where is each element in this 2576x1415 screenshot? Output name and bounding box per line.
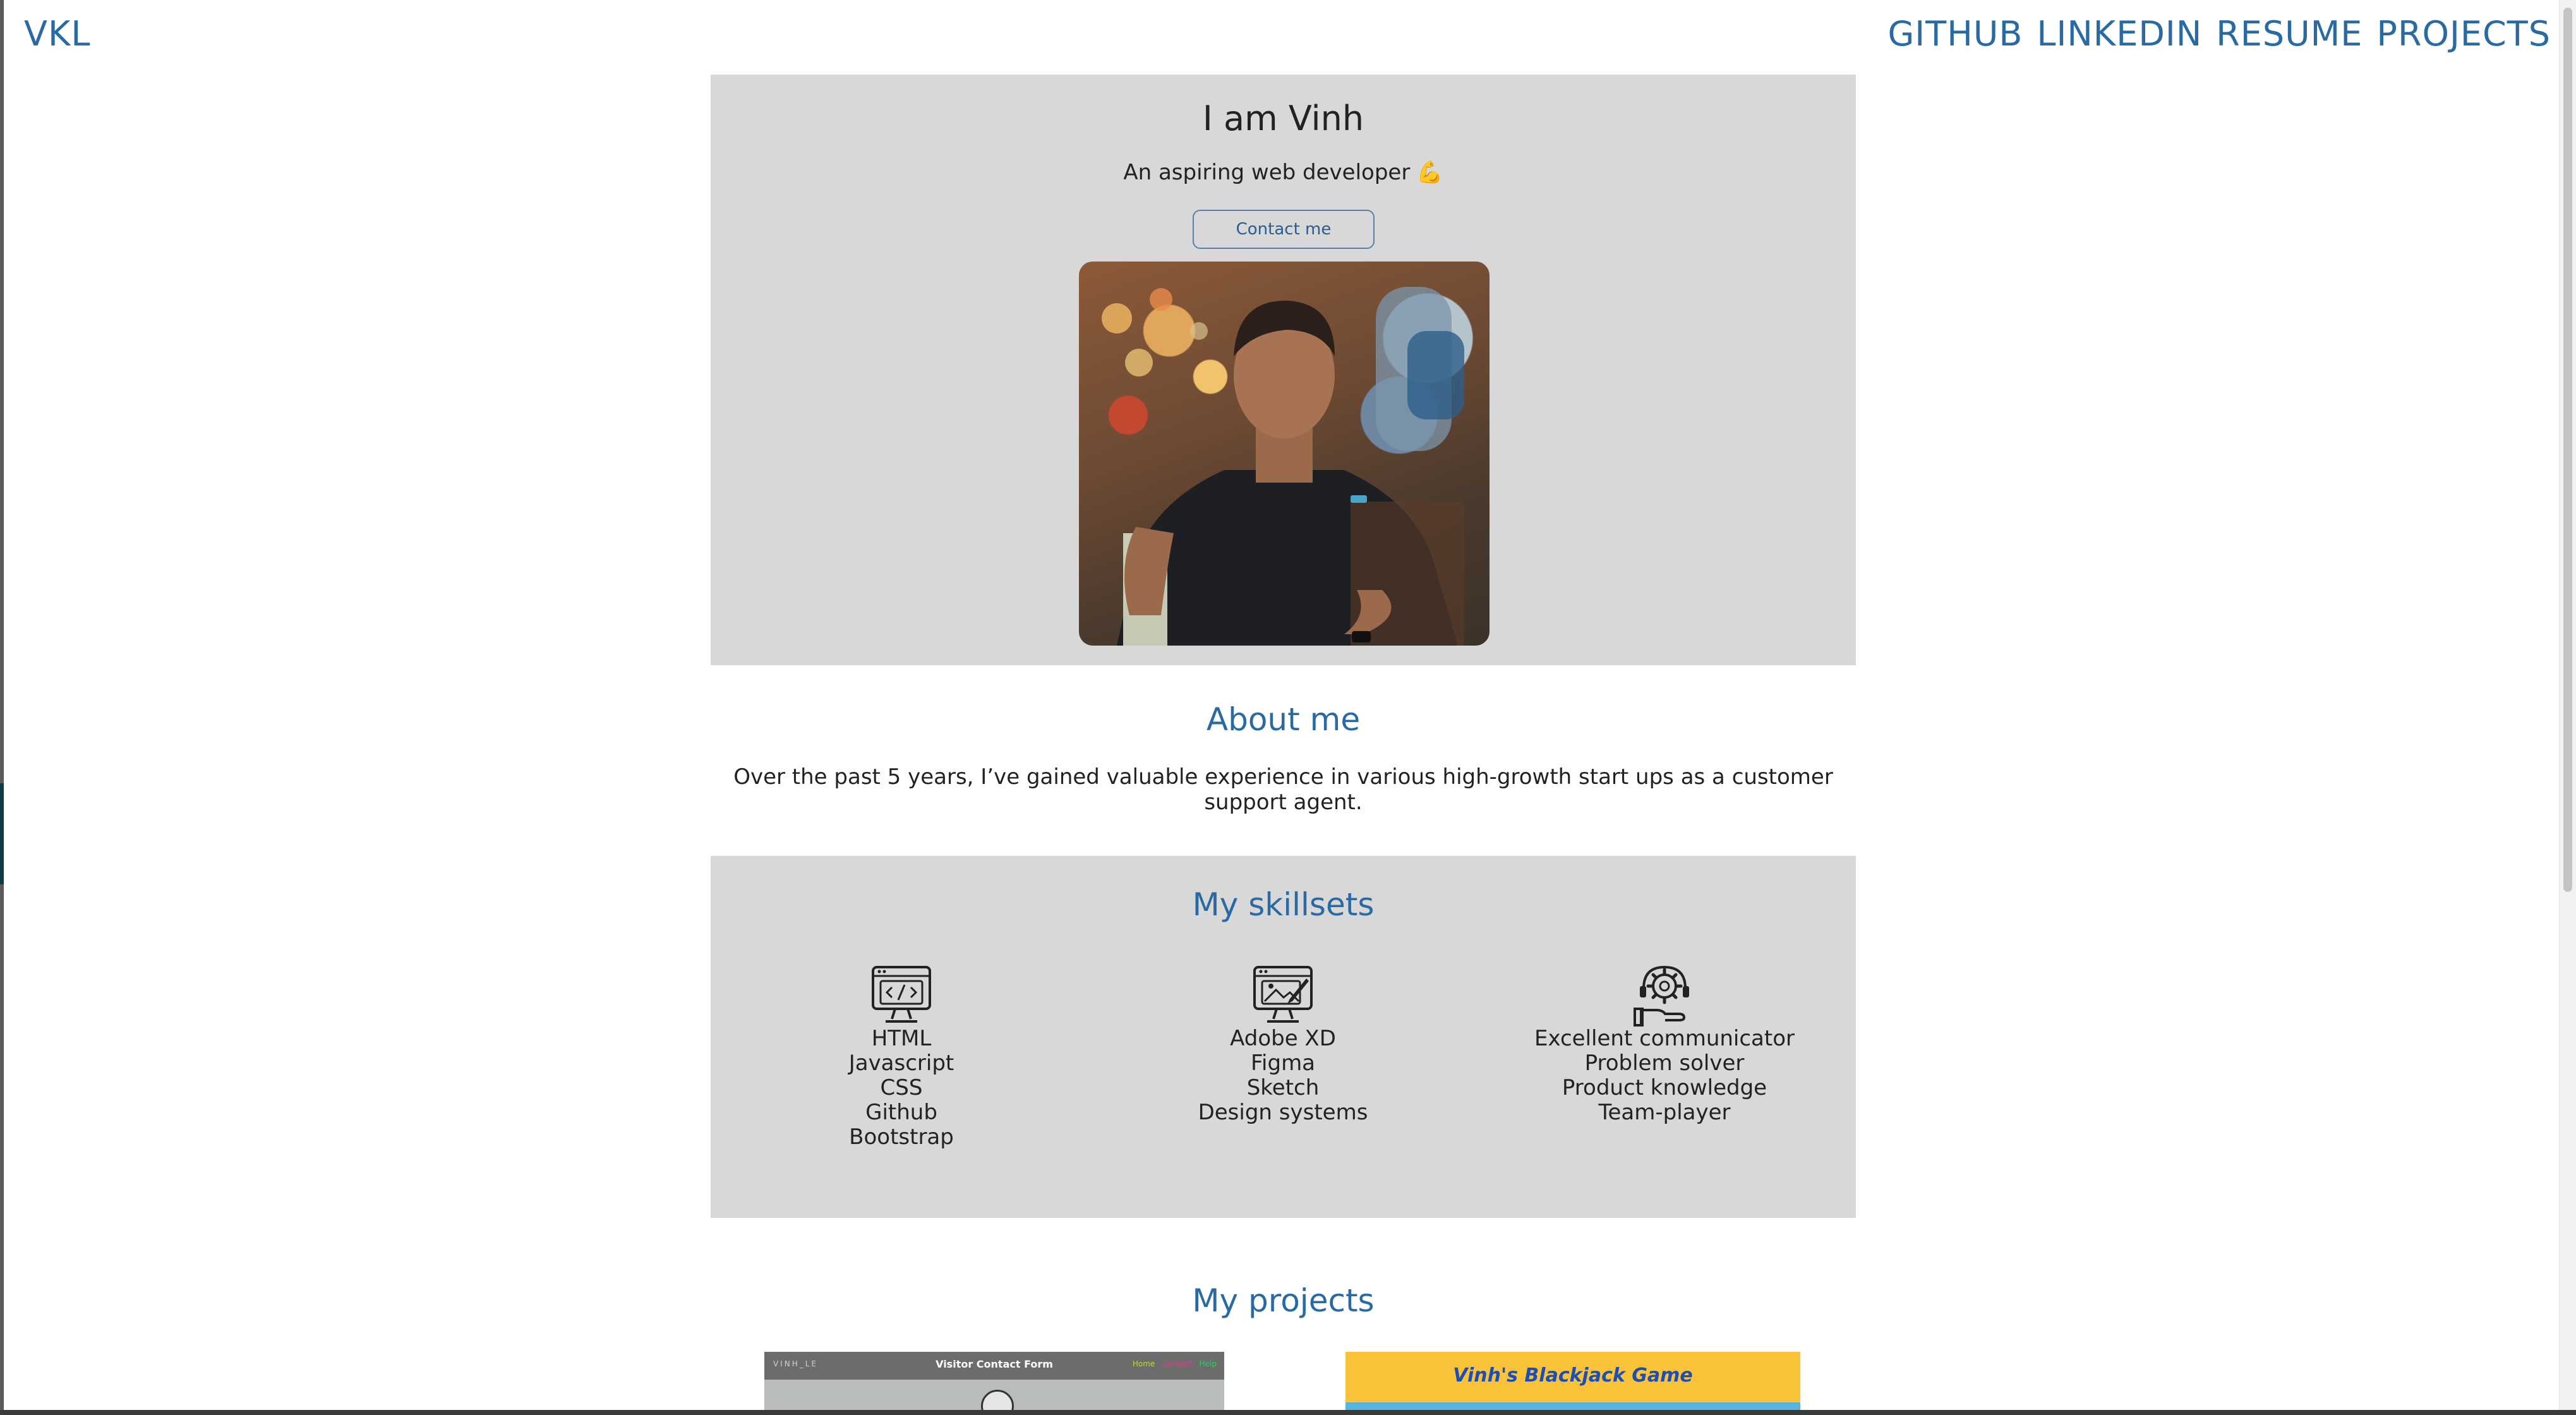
hero-title: I am Vinh: [1202, 99, 1364, 138]
skill-list-design: Adobe XD Figma Sketch Design systems: [1092, 1027, 1474, 1125]
portrait-photo: [1079, 262, 1490, 646]
portrait-figure: [1102, 287, 1464, 646]
nav-projects-link[interactable]: PROJECTS: [2376, 14, 2551, 54]
skill-item: Javascript: [848, 1051, 954, 1076]
skill-item: Team-player: [1598, 1100, 1731, 1125]
code-monitor-icon: [872, 966, 931, 1023]
skill-column-design: Adobe XD Figma Sketch Design systems: [1092, 963, 1474, 1125]
project-thumb-link: Home: [1132, 1359, 1155, 1368]
window-edge-strip: [0, 783, 4, 884]
projects-title: My projects: [1192, 1282, 1375, 1319]
project-thumb-links: Home Contact Help: [1128, 1359, 1217, 1368]
support-gear-icon: [1634, 965, 1689, 1027]
skills-title: My skillsets: [1192, 886, 1375, 923]
envelope-icon: [981, 1390, 1014, 1410]
hero-subtitle: An aspiring web developer 💪: [711, 160, 1856, 185]
flexed-biceps-icon: 💪: [1416, 160, 1443, 185]
skill-item: HTML: [871, 1026, 932, 1051]
site-logo-link[interactable]: VKL: [24, 14, 90, 54]
skill-item: Product knowledge: [1562, 1075, 1767, 1100]
skill-column-soft: Excellent communicator Problem solver Pr…: [1474, 963, 1855, 1125]
project-thumb-link: Contact: [1162, 1359, 1192, 1368]
skill-item: Github: [865, 1100, 937, 1125]
skill-list-dev: HTML Javascript CSS Github Bootstrap: [711, 1027, 1092, 1150]
project-thumb-stripe: [1345, 1402, 1800, 1410]
hero-subtitle-text: An aspiring web developer: [1123, 160, 1411, 185]
nav-resume-link[interactable]: RESUME: [2216, 14, 2362, 54]
about-title: About me: [1206, 701, 1361, 738]
project-thumb-navbar: VINH_LE Visitor Contact Form Home Contac…: [764, 1352, 1224, 1380]
nav-github-link[interactable]: GITHUB: [1887, 14, 2023, 54]
about-text: Over the past 5 years, I’ve gained valua…: [733, 764, 1833, 815]
project-card-blackjack[interactable]: Vinh's Blackjack Game: [1345, 1352, 1800, 1410]
skill-item: Bootstrap: [849, 1124, 954, 1150]
top-nav: GITHUB LINKEDIN RESUME PROJECTS: [1887, 14, 2551, 54]
skills-section: My skillsets HTML Javascript CSS Github …: [711, 856, 1856, 1218]
scrollbar-thumb[interactable]: [2563, 8, 2572, 892]
scrollbar[interactable]: [2559, 0, 2576, 1415]
skill-item: Adobe XD: [1230, 1026, 1336, 1051]
hero-section: I am Vinh An aspiring web developer 💪 Con…: [711, 75, 1856, 665]
skill-item: CSS: [880, 1075, 923, 1100]
skill-item: Design systems: [1198, 1100, 1368, 1125]
skill-item: Excellent communicator: [1534, 1026, 1795, 1051]
skill-column-dev: HTML Javascript CSS Github Bootstrap: [711, 963, 1092, 1150]
nav-linkedin-link[interactable]: LINKEDIN: [2037, 14, 2202, 54]
project-thumb-link: Help: [1199, 1359, 1217, 1368]
skill-item: Problem solver: [1584, 1051, 1745, 1076]
project-thumb-title: Vinh's Blackjack Game: [1453, 1364, 1693, 1387]
window-left-edge: [0, 0, 4, 1415]
contact-me-button[interactable]: Contact me: [1193, 210, 1375, 249]
skill-item: Sketch: [1246, 1075, 1320, 1100]
skill-list-soft: Excellent communicator Problem solver Pr…: [1474, 1027, 1855, 1125]
window-bottom-edge: [0, 1410, 2576, 1415]
skill-item: Figma: [1250, 1051, 1316, 1076]
design-monitor-icon: [1253, 966, 1313, 1023]
project-card-contact-form[interactable]: VINH_LE Visitor Contact Form Home Contac…: [764, 1352, 1224, 1410]
